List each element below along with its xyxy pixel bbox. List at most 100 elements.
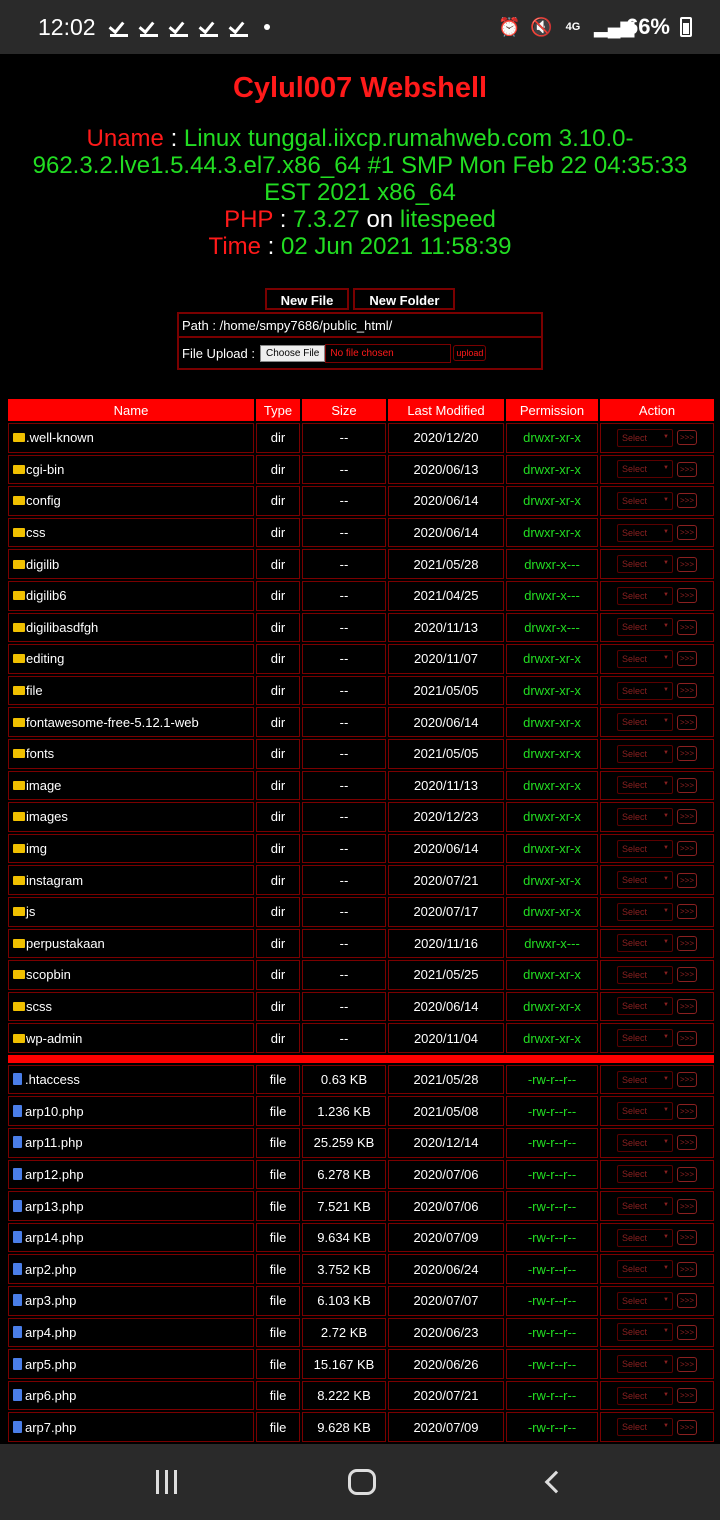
name-cell[interactable]: .well-known bbox=[8, 423, 254, 453]
directory-name-link[interactable]: digilib bbox=[26, 557, 59, 572]
name-cell[interactable]: .htaccess bbox=[8, 1064, 254, 1095]
name-cell[interactable]: image bbox=[8, 770, 254, 801]
directory-name-link[interactable]: digilibasdfgh bbox=[26, 620, 98, 635]
action-go-button[interactable]: >>> bbox=[676, 904, 697, 920]
action-select[interactable]: Select bbox=[616, 1165, 673, 1184]
directory-name-link[interactable]: file bbox=[26, 683, 43, 698]
action-select[interactable]: Select bbox=[616, 491, 673, 510]
action-go-button[interactable]: >>> bbox=[676, 493, 697, 509]
name-cell[interactable]: fonts bbox=[8, 738, 254, 769]
name-cell[interactable]: digilib6 bbox=[8, 580, 254, 611]
directory-name-link[interactable]: editing bbox=[26, 651, 64, 666]
action-go-button[interactable]: >>> bbox=[676, 588, 697, 604]
path-value[interactable]: /home/smpy7686/public_html/ bbox=[220, 318, 393, 333]
back-icon[interactable] bbox=[544, 1470, 568, 1494]
name-cell[interactable]: arp12.php bbox=[8, 1159, 254, 1190]
action-go-button[interactable]: >>> bbox=[676, 841, 697, 857]
file-name-link[interactable]: arp12.php bbox=[25, 1167, 84, 1182]
directory-name-link[interactable]: scss bbox=[26, 999, 52, 1014]
action-go-button[interactable]: >>> bbox=[676, 1103, 697, 1119]
action-select[interactable]: Select bbox=[616, 807, 673, 826]
file-name-link[interactable]: arp6.php bbox=[25, 1388, 76, 1403]
action-select[interactable]: Select bbox=[616, 1228, 673, 1247]
action-go-button[interactable]: >>> bbox=[676, 967, 697, 983]
directory-name-link[interactable]: wp-admin bbox=[26, 1031, 82, 1046]
upload-button[interactable]: upload bbox=[453, 345, 487, 361]
name-cell[interactable]: instagram bbox=[8, 865, 254, 895]
name-cell[interactable]: config bbox=[8, 486, 254, 516]
file-name-link[interactable]: arp14.php bbox=[25, 1230, 84, 1245]
action-select[interactable]: Select bbox=[616, 839, 673, 858]
name-cell[interactable]: digilibasdfgh bbox=[8, 612, 254, 643]
action-go-button[interactable]: >>> bbox=[676, 1198, 697, 1214]
directory-name-link[interactable]: perpustakaan bbox=[26, 936, 105, 951]
action-go-button[interactable]: >>> bbox=[676, 430, 697, 446]
action-select[interactable]: Select bbox=[616, 1029, 673, 1048]
action-select[interactable]: Select bbox=[616, 744, 673, 763]
file-name-link[interactable]: .htaccess bbox=[25, 1072, 80, 1087]
file-name-link[interactable]: arp11.php bbox=[25, 1135, 83, 1150]
name-cell[interactable]: perpustakaan bbox=[8, 928, 254, 959]
action-select[interactable]: Select bbox=[616, 965, 673, 984]
action-go-button[interactable]: >>> bbox=[676, 683, 697, 699]
name-cell[interactable]: arp10.php bbox=[8, 1096, 254, 1127]
action-select[interactable]: Select bbox=[616, 1070, 673, 1089]
action-go-button[interactable]: >>> bbox=[676, 1166, 697, 1182]
action-select[interactable]: Select bbox=[616, 649, 673, 668]
file-name-link[interactable]: arp3.php bbox=[25, 1293, 76, 1308]
recent-apps-icon[interactable] bbox=[155, 1470, 177, 1494]
action-go-button[interactable]: >>> bbox=[676, 1030, 697, 1046]
action-select[interactable]: Select bbox=[616, 997, 673, 1016]
action-select[interactable]: Select bbox=[616, 776, 673, 795]
action-select[interactable]: Select bbox=[616, 1102, 673, 1121]
name-cell[interactable]: arp13.php bbox=[8, 1191, 254, 1221]
action-select[interactable]: Select bbox=[616, 1418, 673, 1437]
action-select[interactable]: Select bbox=[616, 1133, 673, 1152]
action-select[interactable]: Select bbox=[616, 713, 673, 732]
name-cell[interactable]: fontawesome-free-5.12.1-web bbox=[8, 707, 254, 737]
action-go-button[interactable]: >>> bbox=[676, 525, 697, 541]
file-name-link[interactable]: arp5.php bbox=[25, 1357, 76, 1372]
name-cell[interactable]: arp3.php bbox=[8, 1286, 254, 1316]
name-cell[interactable]: arp14.php bbox=[8, 1222, 254, 1253]
action-select[interactable]: Select bbox=[616, 934, 673, 953]
file-name-link[interactable]: arp2.php bbox=[25, 1262, 76, 1277]
name-cell[interactable]: scss bbox=[8, 991, 254, 1022]
action-select[interactable]: Select bbox=[616, 555, 673, 574]
new-file-button[interactable]: New File bbox=[264, 288, 350, 310]
action-select[interactable]: Select bbox=[616, 902, 673, 921]
action-select[interactable]: Select bbox=[616, 1197, 673, 1216]
directory-name-link[interactable]: cgi-bin bbox=[26, 462, 64, 477]
directory-name-link[interactable]: .well-known bbox=[26, 430, 94, 445]
choose-file-button[interactable]: Choose File bbox=[259, 344, 326, 362]
file-name-link[interactable]: arp10.php bbox=[25, 1104, 84, 1119]
action-go-button[interactable]: >>> bbox=[676, 777, 697, 793]
action-select[interactable]: Select bbox=[616, 1260, 673, 1279]
name-cell[interactable]: arp5.php bbox=[8, 1349, 254, 1379]
directory-name-link[interactable]: css bbox=[26, 525, 46, 540]
name-cell[interactable]: arp6.php bbox=[8, 1380, 254, 1411]
action-go-button[interactable]: >>> bbox=[676, 872, 697, 888]
action-go-button[interactable]: >>> bbox=[676, 935, 697, 951]
name-cell[interactable]: arp7.php bbox=[8, 1412, 254, 1442]
name-cell[interactable]: images bbox=[8, 802, 254, 832]
directory-name-link[interactable]: fonts bbox=[26, 746, 54, 761]
directory-name-link[interactable]: digilib6 bbox=[26, 588, 66, 603]
action-select[interactable]: Select bbox=[616, 681, 673, 700]
action-go-button[interactable]: >>> bbox=[676, 1356, 697, 1372]
action-go-button[interactable]: >>> bbox=[676, 998, 697, 1014]
name-cell[interactable]: css bbox=[8, 517, 254, 548]
name-cell[interactable]: arp2.php bbox=[8, 1254, 254, 1285]
home-icon[interactable] bbox=[348, 1469, 377, 1495]
action-go-button[interactable]: >>> bbox=[676, 1419, 697, 1435]
name-cell[interactable]: file bbox=[8, 675, 254, 706]
name-cell[interactable]: editing bbox=[8, 644, 254, 674]
action-go-button[interactable]: >>> bbox=[676, 619, 697, 635]
action-go-button[interactable]: >>> bbox=[676, 556, 697, 572]
name-cell[interactable]: arp4.php bbox=[8, 1317, 254, 1348]
action-select[interactable]: Select bbox=[616, 1291, 673, 1310]
action-select[interactable]: Select bbox=[616, 586, 673, 605]
action-go-button[interactable]: >>> bbox=[676, 809, 697, 825]
file-name-link[interactable]: arp13.php bbox=[25, 1199, 84, 1214]
action-go-button[interactable]: >>> bbox=[676, 651, 697, 667]
